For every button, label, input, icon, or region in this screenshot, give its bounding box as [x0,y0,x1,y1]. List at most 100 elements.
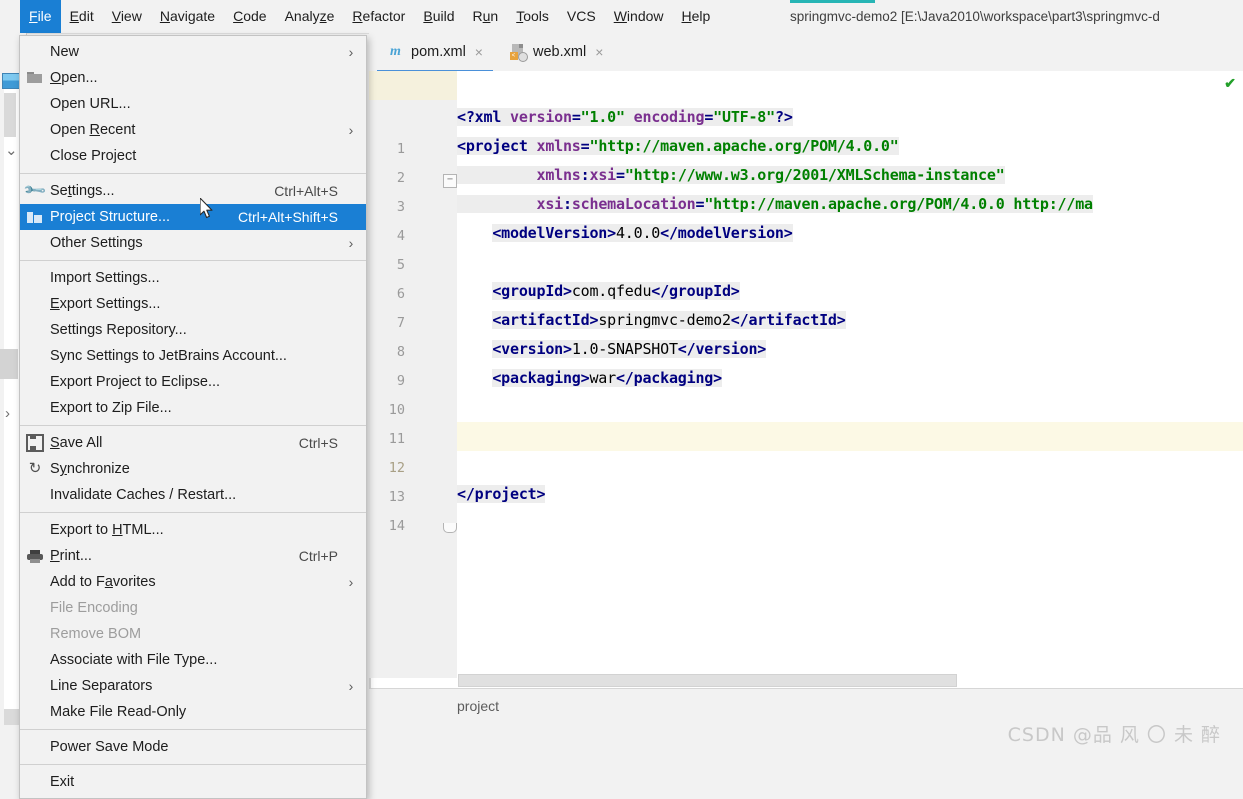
project-scrollbar-thumb-mid[interactable] [0,349,18,379]
menu-item-label: Close Project [50,148,137,164]
menu-separator [20,425,366,426]
menu-item-label: Export to HTML... [50,522,164,538]
menu-item-invalidate-caches[interactable]: Invalidate Caches / Restart... [20,482,366,508]
wrench-icon: 🔧 [22,178,48,204]
menu-item-open-recent[interactable]: Open Recent › [20,117,366,143]
menu-item-label: Save All [50,435,103,451]
menu-item-open[interactable]: Open... [20,65,366,91]
breadcrumb[interactable]: project [457,698,499,714]
menu-item-import-settings[interactable]: Import Settings... [20,265,366,291]
menu-item-associate-with-file-type[interactable]: Associate with File Type... [20,647,366,673]
menu-item-label: Exit [50,774,75,790]
menu-run[interactable]: Run [464,0,508,33]
fold-end-icon[interactable] [443,523,457,533]
menu-code[interactable]: Code [224,0,275,33]
menu-item-label: Associate with File Type... [50,652,218,668]
menu-item-exit[interactable]: Exit [20,769,366,795]
line-number: 2 [396,170,405,186]
chevron-right-icon[interactable]: › [5,405,10,422]
menu-item-label: Open... [50,70,98,86]
tab-label: web.xml [533,43,587,60]
tab-web-xml[interactable]: < web.xml × [499,33,613,70]
menu-item-label: Print... [50,548,92,564]
menu-item-label: File Encoding [50,600,138,616]
menu-item-settings-repository[interactable]: Settings Repository... [20,317,366,343]
web-xml-icon: < [509,43,528,62]
editor-area: m pom.xml × < web.xml × 1 2 3 4 5 6 7 8 … [369,33,1243,759]
maven-m-icon: m [390,43,401,59]
current-line-gutter-highlight [369,71,457,100]
folder-icon [20,72,50,84]
menu-item-sync-settings-jetbrains[interactable]: Sync Settings to JetBrains Account... [20,343,366,369]
menu-navigate[interactable]: Navigate [151,0,224,33]
code-line: <version>1.0-SNAPSHOT</version> [492,340,767,358]
menu-item-open-url[interactable]: Open URL... [20,91,366,117]
inspection-ok-icon[interactable]: ✔ [1224,75,1236,92]
chevron-right-icon: › [348,44,354,60]
close-icon[interactable]: × [475,45,483,59]
menu-item-label: Add to Favorites [50,574,156,590]
menu-item-save-all[interactable]: Save All Ctrl+S [20,430,366,456]
line-number: 4 [396,228,405,244]
code-line: xmlns:xsi="http://www.w3.org/2001/XMLSch… [457,161,1005,190]
menu-item-settings[interactable]: 🔧 Settings... Ctrl+Alt+S [20,178,366,204]
menu-item-label: Sync Settings to JetBrains Account... [50,348,287,364]
line-number: 7 [396,315,405,331]
editor-tab-bar[interactable]: m pom.xml × < web.xml × [369,33,1243,73]
project-scrollbar-thumb-upper[interactable] [4,93,16,137]
menu-item-print[interactable]: Print... Ctrl+P [20,543,366,569]
menu-item-label: Import Settings... [50,270,160,286]
menu-refactor[interactable]: Refactor [343,0,414,33]
chevron-right-icon: › [348,122,354,138]
menu-vcs[interactable]: VCS [558,0,605,33]
menu-item-close-project[interactable]: Close Project [20,143,366,169]
menu-item-line-separators[interactable]: Line Separators › [20,673,366,699]
menu-build[interactable]: Build [414,0,463,33]
code-line: <modelVersion>4.0.0</modelVersion> [492,224,793,242]
menu-view[interactable]: View [103,0,151,33]
fold-collapse-icon[interactable]: − [443,174,457,188]
menu-analyze[interactable]: Analyze [276,0,344,33]
menu-item-export-zip[interactable]: Export to Zip File... [20,395,366,421]
file-dropdown-menu[interactable]: New › Open... Open URL... Open Recent › … [19,35,367,799]
menu-item-export-html[interactable]: Export to HTML... [20,517,366,543]
code-line: </project> [457,485,546,503]
menu-item-power-save-mode[interactable]: Power Save Mode [20,734,366,760]
menu-item-shortcut: Ctrl+Alt+S [274,183,338,199]
chevron-down-icon[interactable]: ⌄ [5,141,18,159]
code-text-area[interactable]: <?xml version="1.0" encoding="UTF-8"?> <… [457,71,1243,678]
line-number: 9 [396,373,405,389]
menu-item-label: Settings... [50,183,115,199]
menu-edit[interactable]: Edit [61,0,103,33]
menu-item-label: Power Save Mode [50,739,169,755]
tab-pom-xml[interactable]: m pom.xml × [377,33,493,73]
horizontal-scrollbar-thumb[interactable] [458,674,957,687]
menu-item-export-settings[interactable]: Export Settings... [20,291,366,317]
code-line: <project xmlns="http://maven.apache.org/… [457,137,899,155]
menu-item-file-encoding: File Encoding [20,595,366,621]
chevron-right-icon: › [348,678,354,694]
menu-tools[interactable]: Tools [507,0,558,33]
menu-item-label: Settings Repository... [50,322,187,338]
menu-help[interactable]: Help [673,0,720,33]
menu-window[interactable]: Window [605,0,673,33]
menu-item-other-settings[interactable]: Other Settings › [20,230,366,256]
menu-item-remove-bom: Remove BOM [20,621,366,647]
menu-item-add-to-favorites[interactable]: Add to Favorites › [20,569,366,595]
menu-file[interactable]: File [20,0,61,33]
tab-label: pom.xml [411,43,466,60]
editor-gutter[interactable]: 1 2 3 4 5 6 7 8 9 10 11 12 13 14 − [369,71,458,678]
menu-item-make-file-read-only[interactable]: Make File Read-Only [20,699,366,725]
menu-item-label: Export Project to Eclipse... [50,374,221,390]
code-line: <groupId>com.qfedu</groupId> [492,282,740,300]
window-title: springmvc-demo2 [E:\Java2010\workspace\p… [790,9,1160,24]
menu-separator [20,512,366,513]
line-number: 3 [396,199,405,215]
menu-item-export-project-eclipse[interactable]: Export Project to Eclipse... [20,369,366,395]
menu-item-new[interactable]: New › [20,39,366,65]
menu-item-synchronize[interactable]: ↻ Synchronize [20,456,366,482]
close-icon[interactable]: × [595,45,603,59]
menu-bar[interactable]: File Edit View Navigate Code Analyze Ref… [20,0,719,33]
code-line: <packaging>war</packaging> [492,369,722,387]
menu-item-project-structure[interactable]: Project Structure... Ctrl+Alt+Shift+S [20,204,366,230]
